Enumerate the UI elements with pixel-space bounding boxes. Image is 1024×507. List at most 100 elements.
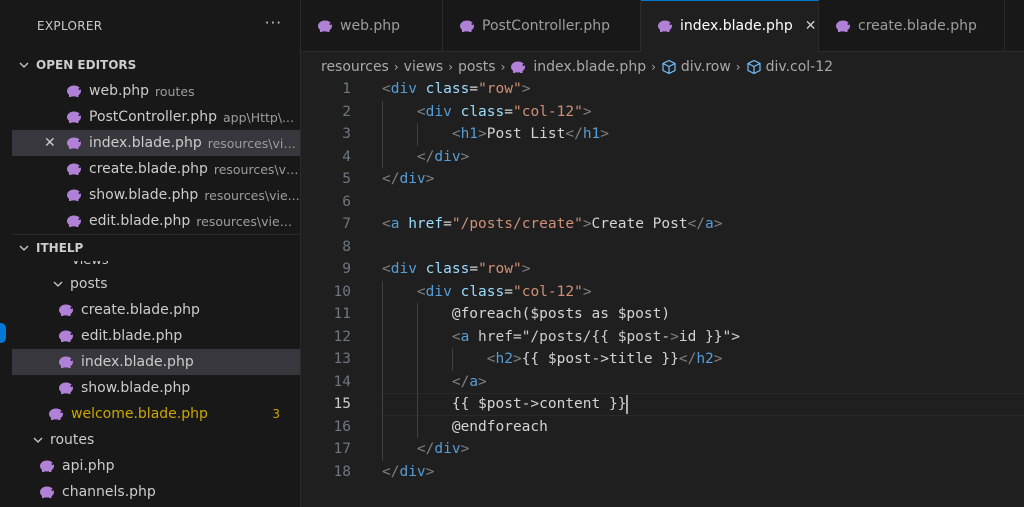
breadcrumb-item[interactable]: div.col-12	[746, 59, 833, 75]
indent-guide	[451, 348, 453, 371]
open-editor-item[interactable]: edit.blade.php resources\view...	[12, 208, 300, 234]
line-number: 14	[333, 373, 351, 390]
open-editors-header[interactable]: OPEN EDITORS	[12, 52, 300, 78]
line-number: 8	[342, 238, 351, 255]
symbol-cube-icon	[662, 59, 676, 75]
php-elephant-icon	[318, 20, 332, 32]
code-text: <div class="col-12">	[416, 103, 592, 120]
close-icon[interactable]: ✕	[805, 18, 817, 34]
code-text: </div>	[416, 148, 470, 165]
explorer-title: EXPLORER	[37, 19, 103, 33]
php-elephant-icon	[67, 163, 81, 175]
editor-tab[interactable]: web.php	[301, 0, 443, 52]
tree-file-label: index.blade.php	[81, 354, 194, 370]
close-icon[interactable]: ✕	[44, 135, 56, 151]
breadcrumb-item[interactable]: index.blade.php	[510, 59, 646, 75]
open-editor-item[interactable]: show.blade.php resources\vie...	[12, 182, 300, 208]
activity-bar	[0, 0, 12, 507]
php-elephant-icon	[67, 111, 81, 123]
open-editor-item[interactable]: create.blade.php resources\vie...	[12, 156, 300, 182]
indent-guide	[416, 123, 418, 146]
code-line[interactable]: 12 <a href="/posts/{{ $post->id }}">	[301, 326, 1024, 349]
breadcrumb-item[interactable]: div.row	[661, 59, 731, 75]
open-editor-item[interactable]: PostController.php app\Http\...	[12, 104, 300, 130]
explorer-sidebar: EXPLORER ··· OPEN EDITORS web.php routes P…	[12, 0, 301, 507]
symbol-cube-icon	[747, 59, 761, 75]
breadcrumb-item[interactable]: views	[404, 59, 444, 75]
line-number: 10	[333, 283, 351, 300]
code-line[interactable]: 13 <h2>{{ $post->title }}</h2>	[301, 348, 1024, 371]
editor-tab[interactable]: PostController.php	[443, 0, 641, 52]
code-line[interactable]: 18 </div>	[301, 461, 1024, 484]
line-number: 9	[342, 261, 351, 278]
tree-file[interactable]: index.blade.php	[12, 349, 300, 375]
code-line[interactable]: 17 </div>	[301, 438, 1024, 461]
code-line[interactable]: 1 <div class="row">	[301, 78, 1024, 101]
tree-file[interactable]: channels.php	[12, 479, 300, 505]
php-elephant-icon	[49, 408, 63, 420]
open-editor-item[interactable]: web.php routes	[12, 78, 300, 104]
chevron-down-icon	[50, 279, 66, 289]
tree-file-welcome[interactable]: welcome.blade.php 3	[12, 401, 300, 427]
code-editor[interactable]: 1 <div class="row"> 2 <div class="col-12">…	[301, 78, 1024, 507]
code-text: <a href="/posts/create">Create Post</a>	[382, 216, 723, 233]
code-line[interactable]: 15 {{ $post->content }}	[301, 393, 1024, 416]
tree-file[interactable]: api.php	[12, 453, 300, 479]
tree-file-label: api.php	[62, 458, 115, 474]
editor-tab[interactable]: create.blade.php	[819, 0, 1005, 52]
tree-file[interactable]: create.blade.php	[12, 297, 300, 323]
breadcrumb-item[interactable]: posts	[458, 59, 496, 75]
code-line[interactable]: 2 <div class="col-12">	[301, 101, 1024, 124]
tab-label: PostController.php	[482, 18, 610, 34]
line-number: 16	[333, 418, 351, 435]
tree-file[interactable]: edit.blade.php	[12, 323, 300, 349]
code-text: <div class="col-12">	[416, 283, 592, 300]
accounts-indicator[interactable]	[0, 323, 6, 343]
open-editor-name: PostController.php	[89, 109, 217, 125]
open-editor-path: resources\vie...	[207, 135, 300, 151]
php-elephant-icon	[40, 460, 54, 472]
tree-folder-posts[interactable]: posts	[12, 271, 300, 297]
routes-file-list: api.php channels.php	[12, 453, 300, 505]
code-text: <h2>{{ $post->title }}</h2>	[486, 351, 723, 368]
code-line[interactable]: 5 </div>	[301, 168, 1024, 191]
code-line[interactable]: 4 </div>	[301, 146, 1024, 169]
php-elephant-icon	[836, 20, 850, 32]
open-editor-name: edit.blade.php	[89, 213, 191, 229]
code-line[interactable]: 9 <div class="row">	[301, 258, 1024, 281]
chevron-right-icon: ›	[448, 60, 454, 74]
open-editor-item[interactable]: ✕ index.blade.php resources\vie...	[12, 130, 300, 156]
code-line[interactable]: 14 </a>	[301, 371, 1024, 394]
line-number: 7	[342, 216, 351, 233]
chevron-right-icon: ›	[735, 60, 741, 74]
more-actions-icon[interactable]: ···	[265, 14, 282, 32]
indent-guide	[382, 280, 383, 461]
code-line[interactable]: 11 @foreach($posts as $post)	[301, 303, 1024, 326]
code-line[interactable]: 16 @endforeach	[301, 416, 1024, 439]
tree-folder-views[interactable]: views	[12, 261, 300, 271]
tree-file-label: channels.php	[62, 484, 156, 500]
code-line[interactable]: 6	[301, 191, 1024, 214]
tree-file[interactable]: show.blade.php	[12, 375, 300, 401]
editor-tab[interactable]: index.blade.php ✕	[641, 0, 819, 52]
tree-file-label: create.blade.php	[81, 302, 200, 318]
indent-guide	[382, 100, 383, 168]
breadcrumb-label: resources	[321, 59, 389, 75]
php-elephant-icon	[67, 137, 81, 149]
code-line[interactable]: 8	[301, 236, 1024, 259]
code-line[interactable]: 10 <div class="col-12">	[301, 281, 1024, 304]
breadcrumb-item[interactable]: resources	[321, 59, 389, 75]
tree-file-label: welcome.blade.php	[71, 406, 208, 422]
tree-folder-routes[interactable]: routes	[12, 427, 300, 453]
code-line[interactable]: 7 <a href="/posts/create">Create Post</a>	[301, 213, 1024, 236]
open-editors-list: web.php routes PostController.php app\Http\…	[12, 78, 300, 234]
php-elephant-icon	[511, 61, 526, 73]
php-elephant-icon	[67, 215, 81, 227]
project-header[interactable]: ITHELP	[12, 235, 300, 261]
php-elephant-icon	[59, 356, 73, 368]
code-text: </div>	[382, 171, 435, 188]
breadcrumb-label: div.row	[680, 59, 731, 75]
breadcrumb-label: views	[403, 59, 444, 75]
code-line[interactable]: 3 <h1>Post List</h1>	[301, 123, 1024, 146]
line-number: 11	[333, 306, 351, 323]
